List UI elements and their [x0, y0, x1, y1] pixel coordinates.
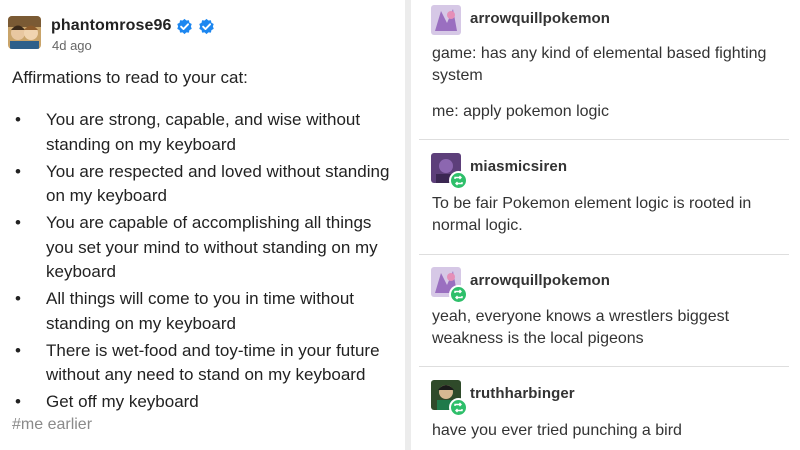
post-tag[interactable]: #me earlier: [12, 416, 92, 434]
list-item: • You are respected and loved without sta…: [12, 160, 397, 209]
verified-badge-icon: [199, 18, 215, 34]
reblog-thread-panel: arrowquillpokemon game: has any kind of …: [411, 0, 800, 450]
list-item: • There is wet-food and toy-time in your …: [12, 339, 397, 388]
bullet-icon: •: [15, 289, 21, 308]
bullet-icon: •: [15, 340, 21, 360]
bullet-icon: •: [15, 213, 21, 232]
username[interactable]: phantomrose96: [51, 17, 171, 35]
divider: [419, 366, 789, 367]
reblog-icon: [449, 171, 468, 190]
thread-text: yeah, everyone knows a wrestlers biggest…: [432, 308, 730, 347]
reblog-icon: [449, 398, 468, 417]
list-item: • Get off my keyboard: [12, 390, 397, 415]
affirmation-list: • You are strong, capable, and wise witho…: [12, 108, 397, 417]
thread-text: have you ever tried punching a bird: [432, 422, 682, 439]
post-timestamp: 4d ago: [52, 38, 92, 53]
list-item: • You are strong, capable, and wise witho…: [12, 108, 397, 157]
thread-text: me: apply pokemon logic: [432, 103, 609, 120]
bullet-icon: •: [15, 110, 21, 129]
bullet-icon: •: [15, 392, 21, 411]
divider: [419, 254, 789, 255]
thread-text: To be fair Pokemon element logic is root…: [432, 195, 752, 234]
username-row: phantomrose96: [51, 17, 215, 35]
list-item-text: All things will come to you in time with…: [46, 289, 355, 333]
thread-username[interactable]: truthharbinger: [470, 385, 575, 402]
list-item-text: You are capable of accomplishing all thi…: [46, 213, 378, 281]
reblog-icon: [449, 285, 468, 304]
thread-username[interactable]: miasmicsiren: [470, 158, 567, 175]
thread-text: game: has any kind of elemental based fi…: [432, 45, 767, 84]
post-intro: Affirmations to read to your cat:: [12, 68, 248, 87]
verified-badge-icon: [177, 18, 193, 34]
thread-avatar[interactable]: [431, 5, 461, 35]
list-item-text: You are strong, capable, and wise withou…: [46, 110, 361, 154]
list-item: • All things will come to you in time wit…: [12, 287, 397, 336]
left-post-panel: phantomrose96 4d ago Affirmations to rea…: [0, 0, 405, 450]
list-item-text: You are respected and loved without stan…: [46, 161, 390, 206]
thread-username[interactable]: arrowquillpokemon: [470, 272, 610, 289]
user-avatar[interactable]: [8, 16, 41, 49]
list-item: • You are capable of accomplishing all th…: [12, 211, 397, 285]
thread-username[interactable]: arrowquillpokemon: [470, 10, 610, 27]
list-item-text: There is wet-food and toy-time in your f…: [46, 340, 380, 385]
list-item-text: Get off my keyboard: [46, 392, 199, 411]
bullet-icon: •: [15, 161, 21, 181]
divider: [419, 139, 789, 140]
